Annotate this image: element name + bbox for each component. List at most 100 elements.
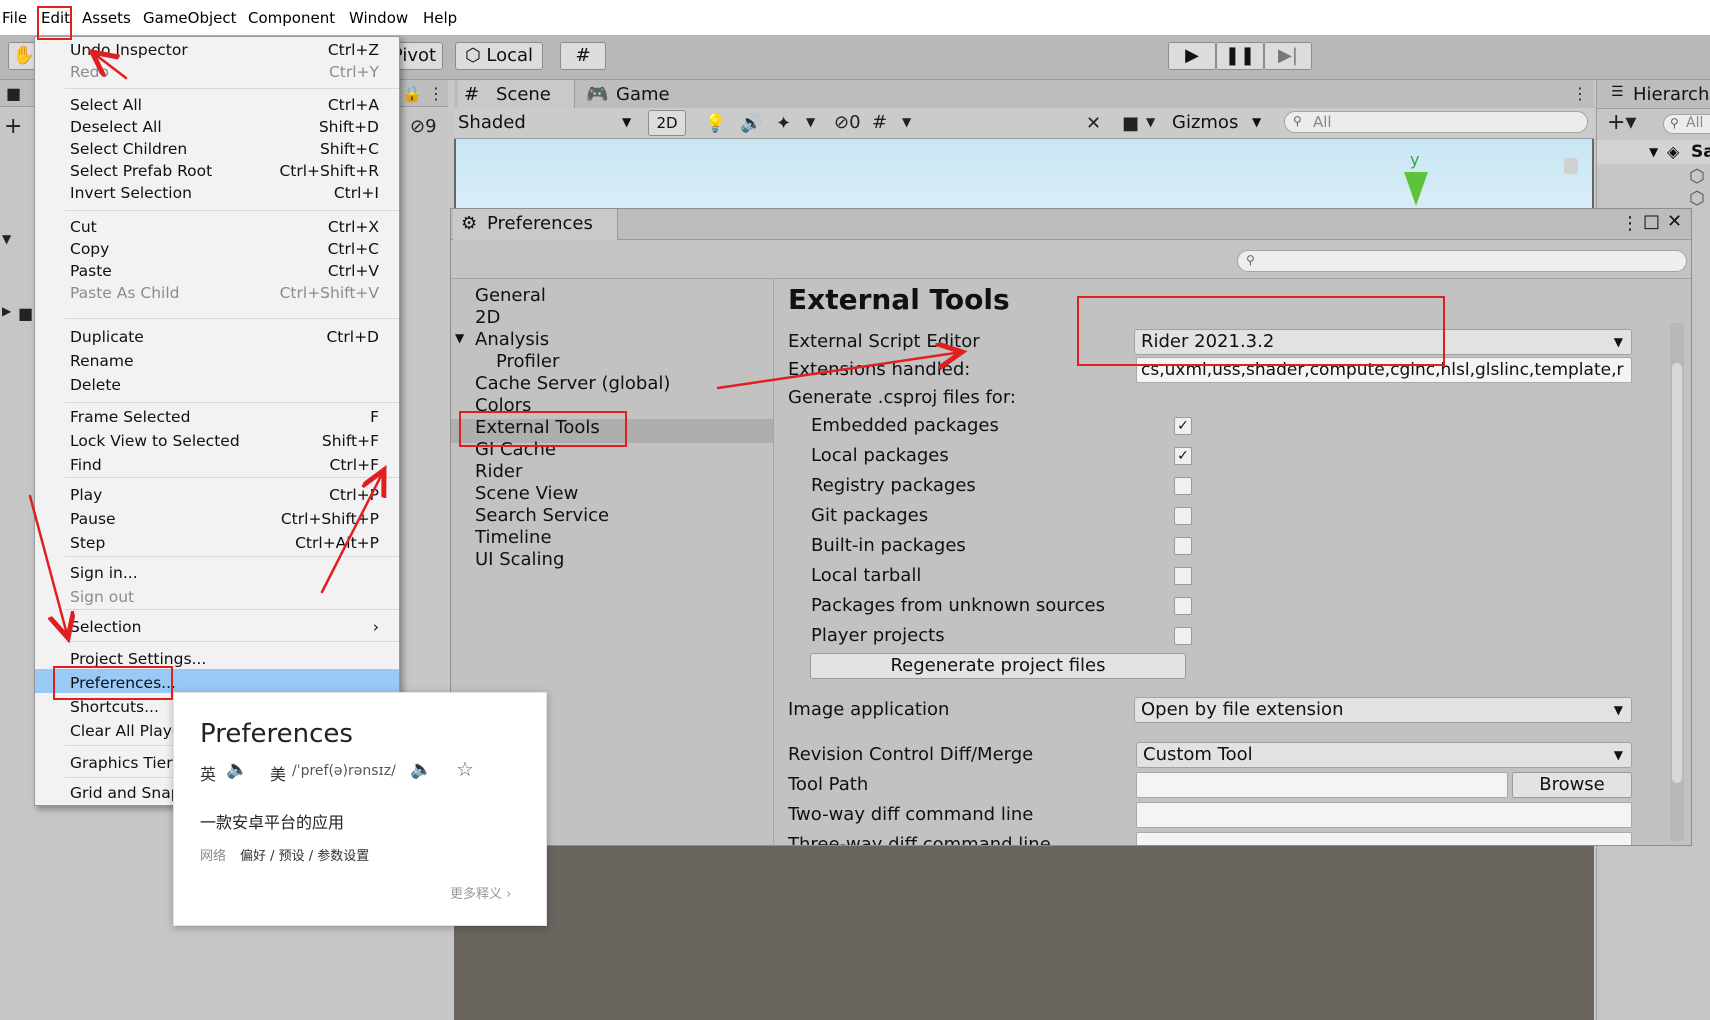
menu-item-cut[interactable]: Cut Ctrl+X (35, 215, 399, 239)
menu-item-selection[interactable]: Selection › (35, 615, 399, 639)
hierarchy-scene-row[interactable]: ▼ ◈ Sa (1597, 140, 1710, 164)
menu-item-find[interactable]: Find Ctrl+F (35, 453, 399, 477)
menu-window[interactable]: Window (349, 9, 408, 27)
menu-item-select-all[interactable]: Select All Ctrl+A (35, 93, 399, 117)
gizmos-dropdown[interactable]: Gizmos ▼ (1170, 110, 1270, 136)
local-button[interactable]: ⬡ Local (455, 42, 543, 70)
kebab-icon[interactable]: ⋮ (428, 84, 444, 103)
menu-item-sign-out[interactable]: Sign out (35, 585, 399, 609)
nav-item-scene-view[interactable]: Scene View (475, 483, 578, 504)
step-button[interactable]: ▶| (1264, 42, 1312, 70)
menu-item-lock-view[interactable]: Lock View to Selected Shift+F (35, 429, 399, 453)
tree-expand-icon[interactable]: ▼ (2, 232, 11, 246)
2d-toggle[interactable]: 2D (648, 110, 686, 136)
kebab-icon[interactable]: ⋮ (1621, 213, 1639, 234)
speaker-icon[interactable]: 🔈 (410, 759, 432, 780)
browse-button[interactable]: Browse (1512, 772, 1632, 798)
image-application-dropdown[interactable]: Open by file extension ▼ (1134, 697, 1632, 723)
nav-item-timeline[interactable]: Timeline (475, 527, 552, 548)
tab-scene[interactable]: # Scene (458, 80, 575, 109)
chevron-down-icon[interactable]: ▼ (806, 115, 815, 129)
maximize-icon[interactable]: □ (1643, 211, 1660, 232)
menu-component[interactable]: Component (248, 9, 335, 27)
pause-button[interactable]: ❚❚ (1216, 42, 1264, 70)
chevron-down-icon[interactable]: ▼ (455, 331, 464, 345)
menu-item-pause[interactable]: Pause Ctrl+Shift+P (35, 507, 399, 531)
chevron-down-icon[interactable]: ▼ (902, 115, 911, 129)
nav-item-2d[interactable]: 2D (475, 307, 500, 328)
player-projects-checkbox[interactable] (1174, 627, 1192, 645)
menu-item-sign-in[interactable]: Sign in... (35, 561, 399, 585)
regenerate-project-files-button[interactable]: Regenerate project files (810, 653, 1186, 679)
nav-item-rider[interactable]: Rider (475, 461, 522, 482)
tools-icon[interactable]: ✕ (1086, 113, 1101, 134)
tab-game[interactable]: 🎮 Game (584, 80, 694, 108)
tool-path-field[interactable] (1136, 772, 1508, 798)
orientation-gizmo[interactable] (1404, 172, 1428, 206)
menu-item-copy[interactable]: Copy Ctrl+C (35, 237, 399, 261)
nav-item-ui-scaling[interactable]: UI Scaling (475, 549, 564, 570)
hidden-objects-toggle[interactable]: ⊘0 (834, 112, 861, 133)
add-icon[interactable]: + (4, 114, 22, 139)
nav-item-cache-server[interactable]: Cache Server (global) (475, 373, 670, 394)
menu-item-frame-selected[interactable]: Frame Selected F (35, 405, 399, 429)
menu-gameobject[interactable]: GameObject (143, 9, 237, 27)
nav-item-search-service[interactable]: Search Service (475, 505, 609, 526)
effects-icon[interactable]: ✦ (776, 113, 791, 134)
kebab-icon[interactable]: ⋮ (1572, 84, 1588, 103)
local-packages-checkbox[interactable]: ✓ (1174, 447, 1192, 465)
menu-item-paste-as-child[interactable]: Paste As Child Ctrl+Shift+V (35, 281, 399, 305)
dict-more-link[interactable]: 更多释义 › (450, 883, 511, 902)
menu-item-undo[interactable]: Undo Inspector Ctrl+Z (35, 38, 399, 62)
nav-item-general[interactable]: General (475, 285, 546, 306)
unknown-sources-checkbox[interactable] (1174, 597, 1192, 615)
nav-item-analysis[interactable]: Analysis (475, 329, 549, 350)
menu-item-deselect-all[interactable]: Deselect All Shift+D (35, 115, 399, 139)
audio-icon[interactable]: 🔊 (740, 113, 762, 134)
menu-item-step[interactable]: Step Ctrl+Alt+P (35, 531, 399, 555)
grid-snap-button[interactable]: # (560, 42, 606, 70)
registry-packages-checkbox[interactable] (1174, 477, 1192, 495)
add-icon[interactable]: +▾ (1607, 110, 1636, 135)
shading-mode-dropdown[interactable]: Shaded ▼ (458, 110, 638, 136)
menu-item-duplicate[interactable]: Duplicate Ctrl+D (35, 325, 399, 349)
tree-collapse-icon[interactable]: ▶ (2, 304, 11, 318)
menu-item-rename[interactable]: Rename (35, 349, 399, 373)
lock-icon[interactable]: 🔒 (402, 84, 422, 103)
grid-icon[interactable]: # (872, 112, 887, 133)
two-way-diff-field[interactable] (1136, 802, 1632, 828)
hierarchy-search-input[interactable]: ⚲ All (1663, 114, 1710, 134)
star-icon[interactable]: ☆ (456, 757, 474, 781)
menu-file[interactable]: File (2, 9, 27, 27)
chevron-down-icon[interactable]: ▼ (1146, 115, 1155, 129)
local-tarball-checkbox[interactable] (1174, 567, 1192, 585)
menu-item-paste[interactable]: Paste Ctrl+V (35, 259, 399, 283)
close-icon[interactable]: ✕ (1667, 211, 1682, 232)
preferences-search-input[interactable]: ⚲ (1237, 250, 1687, 272)
menu-item-invert-selection[interactable]: Invert Selection Ctrl+I (35, 181, 399, 205)
gizmo-lock-icon[interactable] (1564, 158, 1578, 174)
revision-control-dropdown[interactable]: Custom Tool ▼ (1136, 742, 1632, 768)
preferences-tab[interactable]: ⚙ Preferences (453, 209, 618, 240)
menu-item-delete[interactable]: Delete (35, 373, 399, 397)
hierarchy-tab[interactable]: ☰ Hierarchy (1597, 80, 1710, 109)
preferences-scrollbar[interactable] (1670, 323, 1684, 841)
builtin-packages-checkbox[interactable] (1174, 537, 1192, 555)
nav-item-profiler[interactable]: Profiler (496, 351, 559, 372)
scene-search-input[interactable]: ⚲ All (1284, 111, 1588, 133)
lighting-icon[interactable]: 💡 (704, 113, 726, 134)
embedded-packages-checkbox[interactable]: ✓ (1174, 417, 1192, 435)
menu-help[interactable]: Help (423, 9, 457, 27)
scrollbar-thumb[interactable] (1672, 363, 1682, 783)
menu-assets[interactable]: Assets (82, 9, 131, 27)
menu-item-select-prefab-root[interactable]: Select Prefab Root Ctrl+Shift+R (35, 159, 399, 183)
git-packages-checkbox[interactable] (1174, 507, 1192, 525)
menu-item-select-children[interactable]: Select Children Shift+C (35, 137, 399, 161)
menu-item-redo[interactable]: Redo Ctrl+Y (35, 60, 399, 84)
camera-icon[interactable]: ■ (1122, 113, 1139, 134)
three-way-diff-field[interactable] (1136, 832, 1632, 845)
hidden-items-count[interactable]: ⊘9 (410, 116, 437, 137)
menu-item-play[interactable]: Play Ctrl+P (35, 483, 399, 507)
play-button[interactable]: ▶ (1168, 42, 1216, 70)
speaker-icon[interactable]: 🔈 (226, 759, 248, 780)
